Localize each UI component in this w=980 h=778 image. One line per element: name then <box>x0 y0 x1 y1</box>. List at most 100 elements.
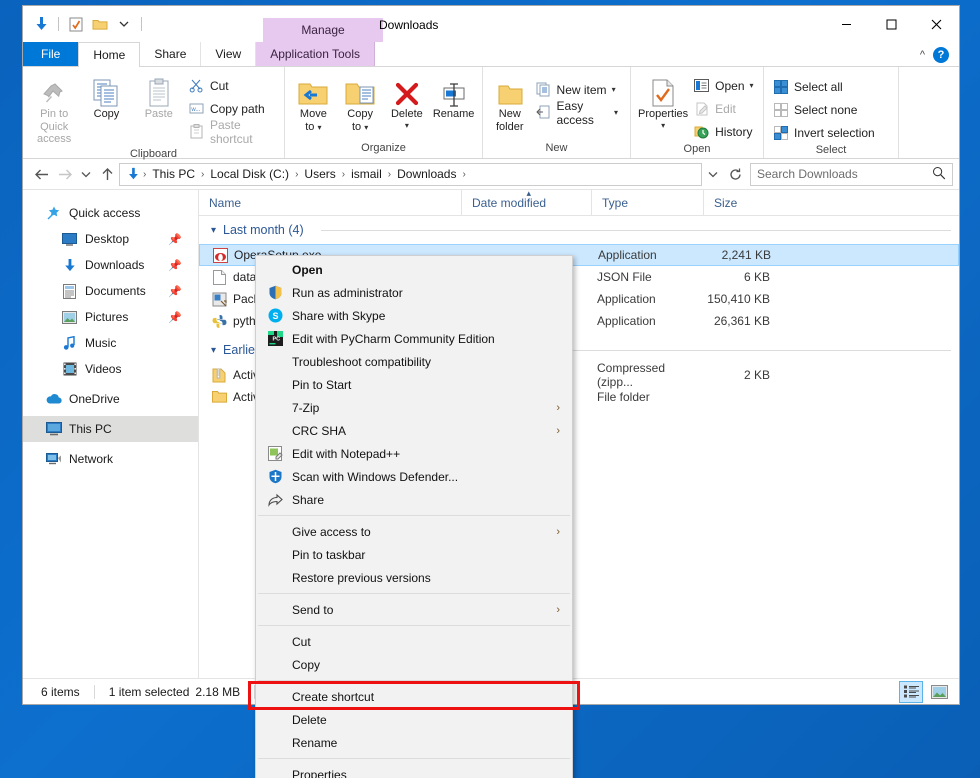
chevron-down-icon[interactable]: ▾ <box>661 121 665 130</box>
chevron-down-icon[interactable]: ▾ <box>211 225 216 236</box>
chevron-down-icon[interactable] <box>702 163 724 186</box>
ribbon-group-select: Select all Select none Invert selection <box>764 67 899 158</box>
search-icon[interactable] <box>932 166 946 183</box>
easy-access-button[interactable]: Easy access ▾ <box>533 99 624 127</box>
new-small-buttons: New item ▾ Easy access ▾ <box>533 72 624 127</box>
context-menu-item-edit-with-pycharm[interactable]: PC Edit with PyCharm Community Edition <box>256 327 572 350</box>
move-to-label-2: to ▾ <box>305 120 322 133</box>
help-question-icon[interactable]: ? <box>933 46 949 63</box>
minimize-button[interactable] <box>824 6 869 42</box>
sidebar-item-pictures[interactable]: Pictures 📌 <box>23 304 198 330</box>
up-button[interactable] <box>95 162 119 186</box>
context-menu-item-restore-previous-versions[interactable]: Restore previous versions <box>256 566 572 589</box>
context-menu-item-troubleshoot-compatibility[interactable]: Troubleshoot compatibility <box>256 350 572 373</box>
tab-file[interactable]: File <box>23 42 79 66</box>
large-icons-view-icon[interactable] <box>927 681 951 703</box>
chevron-up-icon[interactable]: ^ <box>920 49 925 61</box>
context-menu-item-7-zip[interactable]: 7-Zip › <box>256 396 572 419</box>
column-header-type[interactable]: Type <box>591 189 703 216</box>
chevron-down-icon[interactable]: ▾ <box>211 345 216 356</box>
maximize-button[interactable] <box>869 6 914 42</box>
sidebar-item-this-pc[interactable]: This PC <box>23 416 198 442</box>
context-menu-item-send-to[interactable]: Send to › <box>256 598 572 621</box>
context-menu-item-scan-with-windows-defender[interactable]: Scan with Windows Defender... <box>256 465 572 488</box>
pin-icon[interactable]: 📌 <box>168 311 182 324</box>
context-menu-item-edit-with-notepadpp[interactable]: Edit with Notepad++ <box>256 442 572 465</box>
breadcrumb-item-this-pc[interactable]: This PC <box>147 167 200 181</box>
context-menu-item-create-shortcut[interactable]: Create shortcut <box>256 685 572 708</box>
back-button[interactable] <box>29 162 53 186</box>
context-menu-item-open[interactable]: Open <box>256 258 572 281</box>
context-menu-item-properties[interactable]: Properties <box>256 763 572 778</box>
column-header-name[interactable]: Name <box>199 190 461 216</box>
select-none-button[interactable]: Select none <box>770 98 881 121</box>
move-to-button[interactable]: Move to ▾ <box>291 72 336 135</box>
tab-share[interactable]: Share <box>140 42 202 66</box>
tab-view[interactable]: View <box>201 42 257 66</box>
open-button[interactable]: Open ▾ <box>691 74 759 97</box>
history-button[interactable]: History <box>691 120 759 143</box>
sidebar-item-music[interactable]: Music <box>23 330 198 356</box>
context-menu-item-share-with-skype[interactable]: S Share with Skype <box>256 304 572 327</box>
details-view-icon[interactable] <box>899 680 923 703</box>
close-button[interactable] <box>914 6 959 42</box>
search-input[interactable]: Search Downloads <box>750 162 953 186</box>
sidebar-item-onedrive[interactable]: OneDrive <box>23 386 198 412</box>
file-type-cell: File folder <box>597 390 650 404</box>
tab-application-tools[interactable]: Application Tools <box>256 42 376 66</box>
chevron-down-icon[interactable]: ▾ <box>405 121 409 130</box>
rename-button[interactable]: Rename <box>431 72 476 123</box>
delete-button[interactable]: Delete ▾ <box>385 72 430 132</box>
properties-button[interactable]: Properties ▾ <box>637 72 689 132</box>
context-menu-item-pin-to-start[interactable]: Pin to Start <box>256 373 572 396</box>
sidebar-item-downloads[interactable]: Downloads 📌 <box>23 252 198 278</box>
context-menu-item-crc-sha[interactable]: CRC SHA › <box>256 419 572 442</box>
context-menu-item-copy[interactable]: Copy <box>256 653 572 676</box>
download-arrow-icon[interactable] <box>31 14 51 34</box>
sidebar-item-desktop[interactable]: Desktop 📌 <box>23 226 198 252</box>
column-header-size[interactable]: Size <box>703 189 778 216</box>
select-all-button[interactable]: Select all <box>770 75 881 98</box>
pin-icon[interactable]: 📌 <box>168 233 182 246</box>
breadcrumb-item-ismail[interactable]: ismail <box>346 167 387 181</box>
new-folder-button[interactable]: New folder <box>489 72 531 135</box>
refresh-icon[interactable] <box>724 163 746 186</box>
rename-label: Rename <box>432 108 475 120</box>
new-folder-icon[interactable] <box>90 14 110 34</box>
context-menu-item-share[interactable]: Share <box>256 488 572 511</box>
copy-to-button[interactable]: Copy to ▾ <box>338 72 383 135</box>
pin-to-quick-access-button[interactable]: Pin to Quick access <box>29 72 79 148</box>
group-header-last-month[interactable]: ▾ Last month (4) <box>199 216 959 244</box>
breadcrumb-item-users[interactable]: Users <box>299 167 340 181</box>
recent-locations-button[interactable] <box>77 162 95 186</box>
sidebar-item-network[interactable]: Network <box>23 446 198 472</box>
pin-icon[interactable]: 📌 <box>168 259 182 272</box>
edit-button[interactable]: Edit <box>691 97 759 120</box>
context-menu-item-pin-to-taskbar[interactable]: Pin to taskbar <box>256 543 572 566</box>
breadcrumb-item-local-disk[interactable]: Local Disk (C:) <box>205 167 294 181</box>
column-header-date-modified[interactable]: ▴ Date modified <box>461 188 591 216</box>
customize-chevron-icon[interactable] <box>114 14 134 34</box>
breadcrumb-item-downloads[interactable]: Downloads <box>392 167 461 181</box>
context-menu-item-rename[interactable]: Rename <box>256 731 572 754</box>
context-menu-item-delete[interactable]: Delete <box>256 708 572 731</box>
sidebar-item-documents[interactable]: Documents 📌 <box>23 278 198 304</box>
cut-button[interactable]: Cut <box>186 74 278 97</box>
context-menu-item-run-as-administrator[interactable]: Run as administrator <box>256 281 572 304</box>
forward-button[interactable] <box>53 162 77 186</box>
cloud-icon <box>45 391 62 408</box>
pin-icon[interactable]: 📌 <box>168 285 182 298</box>
copy-button[interactable]: Copy <box>81 72 131 123</box>
breadcrumb-separator-5[interactable]: › <box>461 169 466 180</box>
properties-checkmark-icon[interactable] <box>66 14 86 34</box>
paste-button[interactable]: Paste <box>134 72 184 123</box>
file-size-cell: 26,361 KB <box>713 314 770 328</box>
invert-selection-button[interactable]: Invert selection <box>770 121 881 144</box>
breadcrumb[interactable]: › This PC › Local Disk (C:) › Users › is… <box>119 162 702 186</box>
sidebar-item-videos[interactable]: Videos <box>23 356 198 382</box>
sidebar-item-quick-access[interactable]: Quick access <box>23 200 198 226</box>
context-menu-item-give-access-to[interactable]: Give access to › <box>256 520 572 543</box>
tab-home[interactable]: Home <box>78 42 141 67</box>
paste-shortcut-button[interactable]: Paste shortcut <box>186 118 278 146</box>
context-menu-item-cut[interactable]: Cut <box>256 630 572 653</box>
